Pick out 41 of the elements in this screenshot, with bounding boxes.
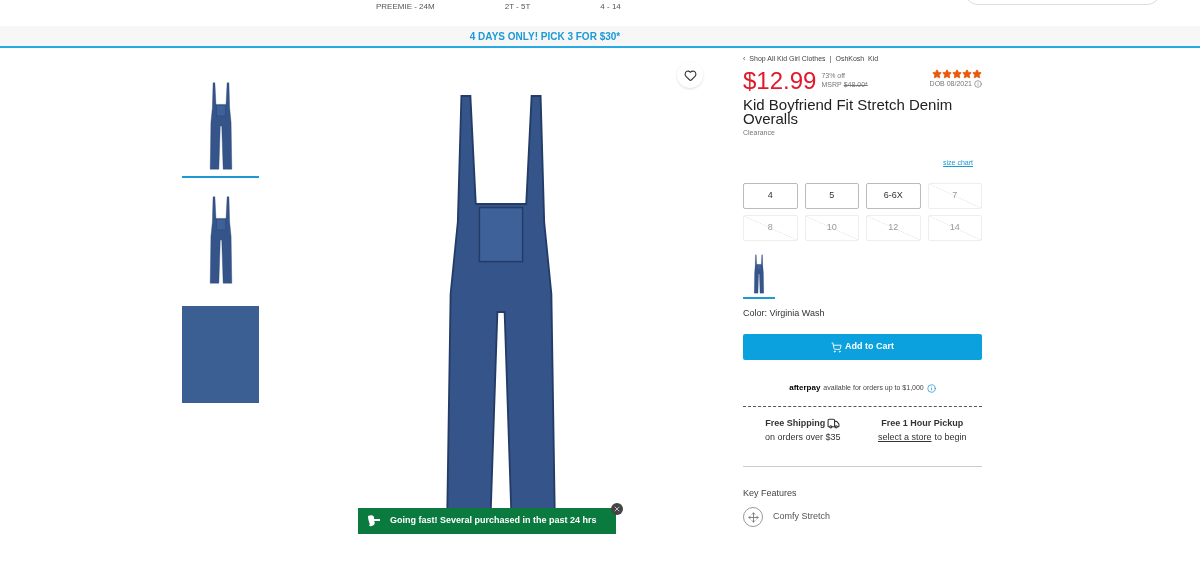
- size-range-label: 2T - 5T: [504, 1, 531, 13]
- star-icon: [952, 68, 962, 79]
- star-icon: [972, 68, 982, 79]
- size-option[interactable]: 12: [866, 214, 921, 241]
- color-swatch[interactable]: [743, 252, 775, 299]
- star-icon: [962, 68, 972, 79]
- promo-banner[interactable]: 4 DAYS ONLY! PICK 3 FOR $30*: [0, 26, 1200, 48]
- size-option[interactable]: 8: [743, 214, 798, 241]
- star-icon: [942, 68, 952, 79]
- key-features-heading: Key Features: [743, 488, 797, 498]
- color-label: Color: Virginia Wash: [743, 306, 826, 320]
- overalls-drawing: [751, 252, 767, 295]
- size-option[interactable]: 5: [804, 182, 859, 209]
- favorite-button[interactable]: [677, 62, 703, 88]
- select-store-link[interactable]: select a store: [877, 430, 932, 444]
- info-icon: [974, 79, 982, 88]
- size-option[interactable]: 14: [927, 214, 982, 241]
- add-to-cart-button[interactable]: Add to Cart: [743, 334, 982, 360]
- feature-label: Comfy Stretch: [773, 510, 830, 524]
- wind-icon: [366, 514, 382, 528]
- shipping-title: Free Shipping: [765, 417, 826, 430]
- toast-message: Going fast! Several purchased in the past 24 hrs: [390, 514, 597, 528]
- info-icon: [926, 383, 936, 393]
- pickup-title: Free 1 Hour Pickup: [881, 417, 964, 430]
- size-option[interactable]: 10: [804, 214, 859, 241]
- size-option[interactable]: 7: [927, 182, 982, 209]
- afterpay-logo: afterpay: [789, 382, 821, 394]
- size-range-label: PREEMIE - 24M: [376, 1, 435, 13]
- size-option[interactable]: 4: [743, 182, 798, 209]
- product-title: Kid Boyfriend Fit Stretch Denim Overalls: [743, 97, 954, 126]
- truck-icon: [827, 417, 841, 431]
- cart-icon: [831, 341, 842, 353]
- size-range-label: 4 - 14: [600, 1, 621, 13]
- star-icon: [932, 68, 942, 79]
- shipping-subtitle: on orders over $35: [764, 430, 841, 444]
- pickup-suffix: to begin: [934, 430, 967, 444]
- close-button[interactable]: [611, 503, 623, 515]
- size-option[interactable]: 6-6X: [866, 182, 921, 209]
- heart-icon: [683, 68, 697, 82]
- price: $12.99: [743, 68, 817, 93]
- close-icon: [613, 505, 621, 513]
